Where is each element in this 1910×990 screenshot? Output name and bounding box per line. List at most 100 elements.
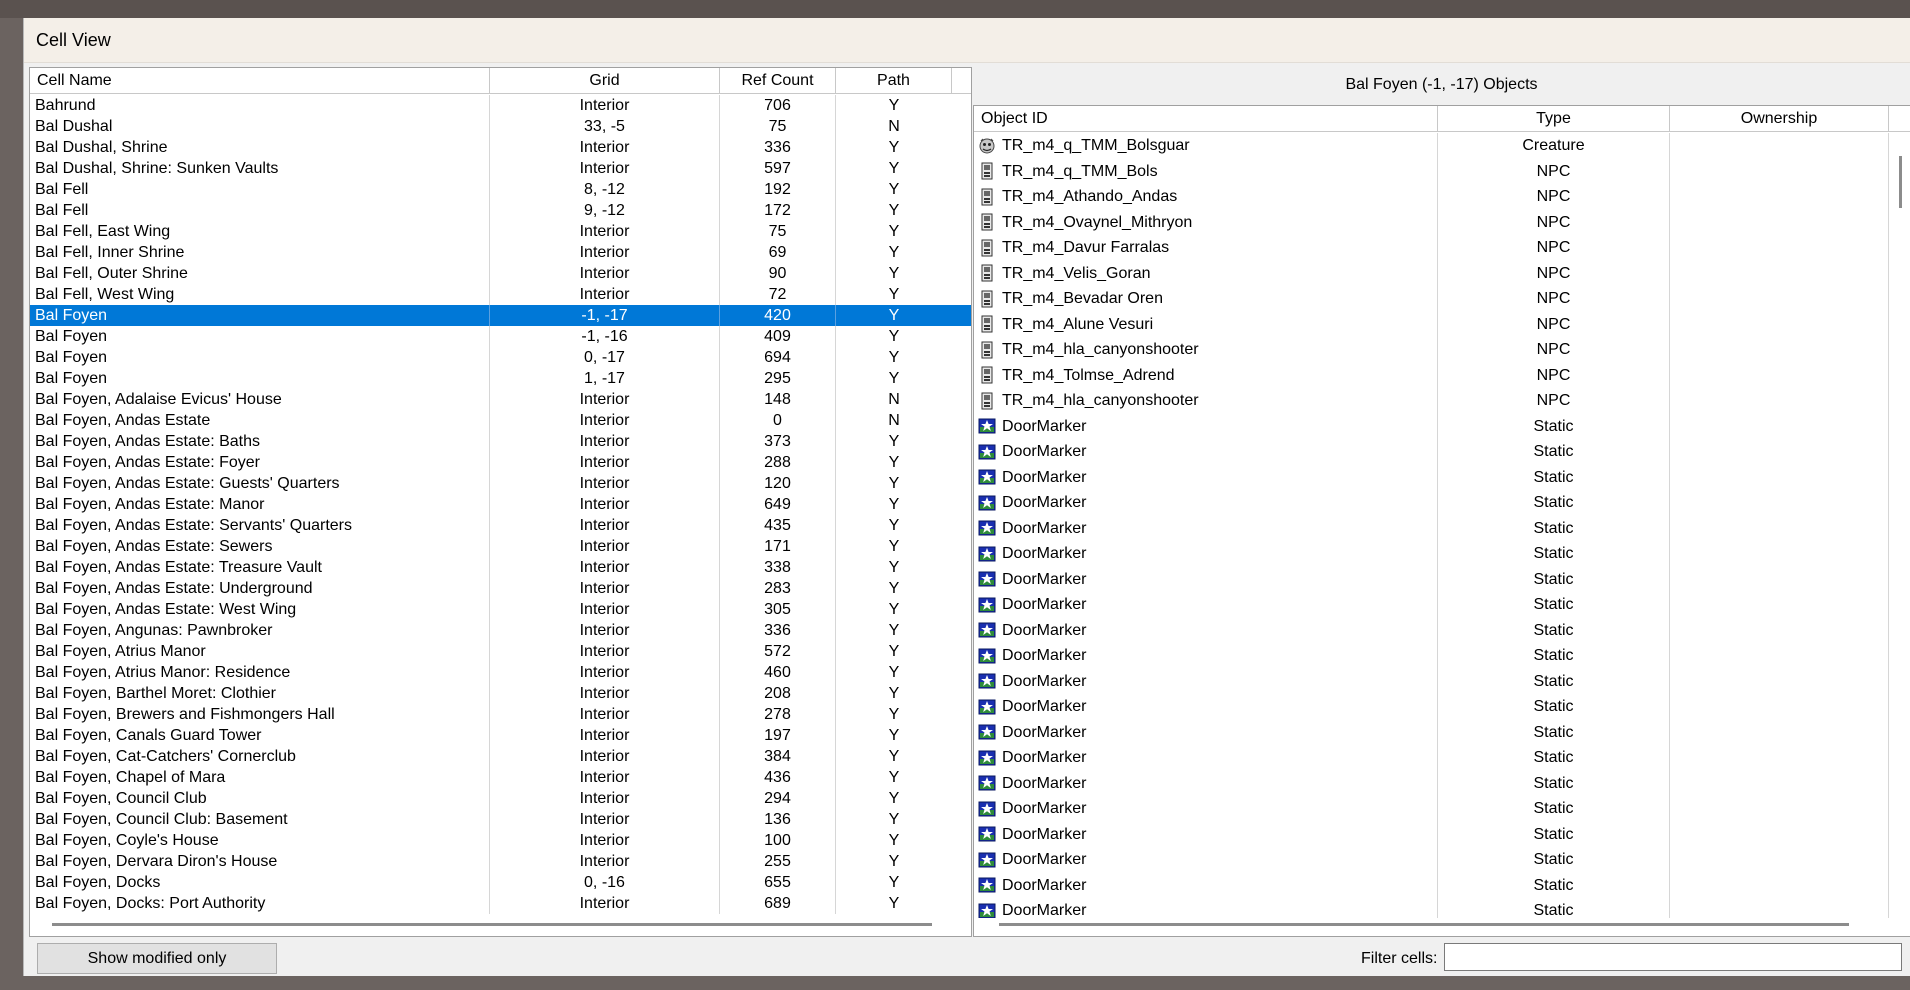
cell-row[interactable]: Bal Foyen -1, -17 420 Y	[30, 305, 971, 326]
cell-row[interactable]: Bal Foyen, Chapel of Mara Interior 436 Y	[30, 767, 971, 788]
filter-cells-input[interactable]	[1444, 943, 1902, 971]
object-ownership	[1670, 133, 1889, 159]
column-header-type[interactable]: Type	[1438, 106, 1670, 132]
object-row[interactable]: DoorMarker Static	[974, 668, 1910, 694]
column-header-path[interactable]: Path	[836, 68, 952, 94]
cell-row[interactable]: Bal Foyen, Andas Estate: Manor Interior 64…	[30, 494, 971, 515]
cell-row[interactable]: Bal Foyen, Canals Guard Tower Interior 197…	[30, 725, 971, 746]
static-icon	[978, 852, 996, 868]
title-bar[interactable]: Cell View	[24, 18, 1910, 63]
object-row[interactable]: TR_m4_Davur Farralas NPC	[974, 235, 1910, 261]
object-row[interactable]: DoorMarker Static	[974, 770, 1910, 796]
cell-row[interactable]: Bal Foyen -1, -16 409 Y	[30, 326, 971, 347]
cell-row[interactable]: Bal Foyen 1, -17 295 Y	[30, 368, 971, 389]
object-row[interactable]: TR_m4_Velis_Goran NPC	[974, 260, 1910, 286]
cell-row[interactable]: Bal Foyen, Andas Estate: West Wing Interi…	[30, 599, 971, 620]
cell-row[interactable]: Bahrund Interior 706 Y	[30, 95, 971, 116]
cell-row[interactable]: Bal Foyen, Council Club: Basement Interio…	[30, 809, 971, 830]
object-list[interactable]: Object ID Type Ownership TR_m4_q_TMM_Bol…	[973, 105, 1910, 937]
cell-row[interactable]: Bal Foyen, Coyle's House Interior 100 Y	[30, 830, 971, 851]
object-list-horizontal-scrollbar[interactable]	[999, 923, 1849, 926]
object-ownership	[1670, 541, 1889, 567]
cell-grid: Interior	[490, 284, 720, 305]
object-row[interactable]: DoorMarker Static	[974, 719, 1910, 745]
column-header-ref-count[interactable]: Ref Count	[720, 68, 836, 94]
object-row[interactable]: DoorMarker Static	[974, 617, 1910, 643]
object-row[interactable]: DoorMarker Static	[974, 694, 1910, 720]
cell-name: Bal Foyen, Andas Estate: Baths	[30, 431, 490, 452]
object-row[interactable]: DoorMarker Static	[974, 898, 1910, 918]
cell-row[interactable]: Bal Foyen, Council Club Interior 294 Y	[30, 788, 971, 809]
cell-row[interactable]: Bal Foyen, Cat-Catchers' Cornerclub Inter…	[30, 746, 971, 767]
column-header-grid[interactable]: Grid	[490, 68, 720, 94]
cell-row[interactable]: Bal Dushal 33, -5 75 N	[30, 116, 971, 137]
column-header-ownership[interactable]: Ownership	[1670, 106, 1889, 132]
cell-grid: Interior	[490, 641, 720, 662]
cell-row[interactable]: Bal Foyen, Andas Estate Interior 0 N	[30, 410, 971, 431]
object-row[interactable]: DoorMarker Static	[974, 796, 1910, 822]
cell-list[interactable]: Cell Name Grid Ref Count Path Bahrund Int…	[29, 67, 972, 937]
cell-row[interactable]: Bal Foyen, Barthel Moret: Clothier Interi…	[30, 683, 971, 704]
object-row[interactable]: TR_m4_Tolmse_Adrend NPC	[974, 362, 1910, 388]
cell-grid: Interior	[490, 137, 720, 158]
object-row[interactable]: DoorMarker Static	[974, 490, 1910, 516]
static-icon	[978, 699, 996, 715]
object-row[interactable]: DoorMarker Static	[974, 643, 1910, 669]
cell-grid: Interior	[490, 704, 720, 725]
cell-row[interactable]: Bal Foyen, Andas Estate: Sewers Interior 1…	[30, 536, 971, 557]
object-row[interactable]: TR_m4_hla_canyonshooter NPC	[974, 337, 1910, 363]
cell-row[interactable]: Bal Fell, West Wing Interior 72 Y	[30, 284, 971, 305]
cell-grid: Interior	[490, 683, 720, 704]
object-row[interactable]: DoorMarker Static	[974, 847, 1910, 873]
object-row[interactable]: DoorMarker Static	[974, 515, 1910, 541]
object-row[interactable]: DoorMarker Static	[974, 821, 1910, 847]
cell-row[interactable]: Bal Foyen, Atrius Manor: Residence Interi…	[30, 662, 971, 683]
object-row[interactable]: DoorMarker Static	[974, 566, 1910, 592]
cell-row[interactable]: Bal Foyen 0, -17 694 Y	[30, 347, 971, 368]
object-row[interactable]: TR_m4_Bevadar Oren NPC	[974, 286, 1910, 312]
object-row[interactable]: DoorMarker Static	[974, 592, 1910, 618]
object-id-cell: TR_m4_q_TMM_Bols	[974, 158, 1438, 184]
object-type: Static	[1438, 745, 1670, 771]
object-list-vertical-scrollbar[interactable]	[1899, 156, 1902, 208]
cell-row[interactable]: Bal Foyen, Atrius Manor Interior 572 Y	[30, 641, 971, 662]
object-row[interactable]: DoorMarker Static	[974, 541, 1910, 567]
cell-row[interactable]: Bal Foyen, Angunas: Pawnbroker Interior 33…	[30, 620, 971, 641]
cell-row[interactable]: Bal Foyen, Andas Estate: Baths Interior 37…	[30, 431, 971, 452]
show-modified-only-button[interactable]: Show modified only	[37, 943, 277, 974]
cell-row[interactable]: Bal Foyen, Docks 0, -16 655 Y	[30, 872, 971, 893]
object-id-cell: TR_m4_Davur Farralas	[974, 235, 1438, 261]
cell-row[interactable]: Bal Dushal, Shrine: Sunken Vaults Interio…	[30, 158, 971, 179]
object-row[interactable]: DoorMarker Static	[974, 464, 1910, 490]
cell-row[interactable]: Bal Fell 8, -12 192 Y	[30, 179, 971, 200]
cell-row[interactable]: Bal Foyen, Andas Estate: Foyer Interior 28…	[30, 452, 971, 473]
column-header-object-id[interactable]: Object ID	[974, 106, 1438, 132]
object-row[interactable]: TR_m4_Alune Vesuri NPC	[974, 311, 1910, 337]
cell-row[interactable]: Bal Foyen, Andas Estate: Underground Inte…	[30, 578, 971, 599]
object-row[interactable]: DoorMarker Static	[974, 872, 1910, 898]
cell-row[interactable]: Bal Foyen, Andas Estate: Treasure Vault I…	[30, 557, 971, 578]
cell-row[interactable]: Bal Foyen, Andas Estate: Guests' Quarter…	[30, 473, 971, 494]
object-id: DoorMarker	[1002, 902, 1087, 918]
object-row[interactable]: DoorMarker Static	[974, 413, 1910, 439]
object-row[interactable]: TR_m4_hla_canyonshooter NPC	[974, 388, 1910, 414]
cell-row[interactable]: Bal Foyen, Andas Estate: Servants' Quart…	[30, 515, 971, 536]
column-header-cell-name[interactable]: Cell Name	[30, 68, 490, 94]
cell-row[interactable]: Bal Fell, Outer Shrine Interior 90 Y	[30, 263, 971, 284]
object-row[interactable]: TR_m4_q_TMM_Bols NPC	[974, 158, 1910, 184]
cell-row[interactable]: Bal Fell, East Wing Interior 75 Y	[30, 221, 971, 242]
object-row[interactable]: TR_m4_Athando_Andas NPC	[974, 184, 1910, 210]
cell-list-horizontal-scrollbar[interactable]	[52, 923, 932, 926]
object-row[interactable]: DoorMarker Static	[974, 745, 1910, 771]
cell-row[interactable]: Bal Foyen, Adalaise Evicus' House Interio…	[30, 389, 971, 410]
cell-row[interactable]: Bal Fell, Inner Shrine Interior 69 Y	[30, 242, 971, 263]
cell-row[interactable]: Bal Foyen, Brewers and Fishmongers Hall I…	[30, 704, 971, 725]
object-row[interactable]: TR_m4_q_TMM_Bolsguar Creature	[974, 133, 1910, 159]
cell-row[interactable]: Bal Dushal, Shrine Interior 336 Y	[30, 137, 971, 158]
cell-row[interactable]: Bal Foyen, Dervara Diron's House Interior…	[30, 851, 971, 872]
cell-row[interactable]: Bal Fell 9, -12 172 Y	[30, 200, 971, 221]
cell-grid: Interior	[490, 515, 720, 536]
cell-row[interactable]: Bal Foyen, Docks: Port Authority Interior…	[30, 893, 971, 914]
object-row[interactable]: DoorMarker Static	[974, 439, 1910, 465]
object-row[interactable]: TR_m4_Ovaynel_Mithryon NPC	[974, 209, 1910, 235]
